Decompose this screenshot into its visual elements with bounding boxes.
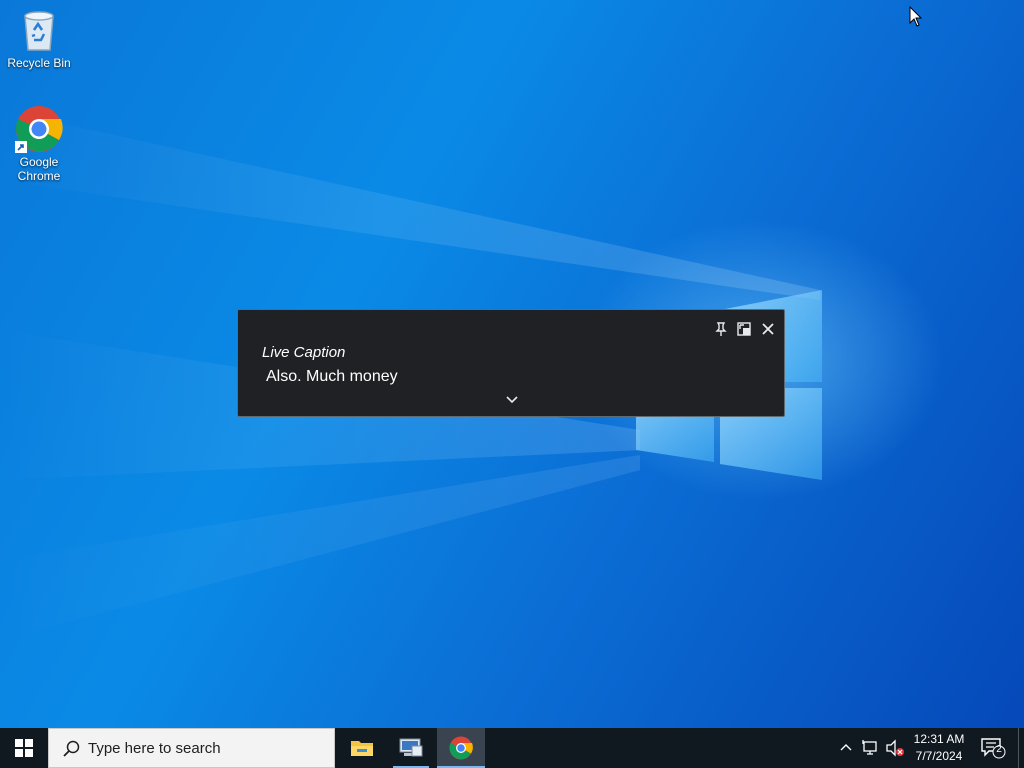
clock-time: 12:31 AM: [913, 732, 965, 746]
taskbar-file-explorer[interactable]: [338, 728, 386, 768]
desktop-icon-recycle-bin[interactable]: Recycle Bin: [1, 6, 77, 70]
network-status-icon[interactable]: [862, 739, 880, 757]
show-hidden-icons-chevron-up-icon[interactable]: [838, 740, 854, 756]
file-explorer-icon: [351, 741, 373, 756]
chevron-down-icon[interactable]: [504, 393, 520, 407]
clock-date: 7/7/2024: [915, 749, 963, 763]
taskbar-network-app[interactable]: [387, 728, 435, 768]
desktop: Recycle Bin Google Chrome Live Caption A…: [0, 0, 1024, 768]
desktop-icon-google-chrome[interactable]: Google Chrome: [1, 105, 77, 183]
start-button[interactable]: [0, 728, 48, 768]
caption-text: Also. Much money: [266, 368, 398, 385]
network-app-icon: [399, 738, 423, 757]
shortcut-arrow-icon: [15, 141, 27, 153]
search-icon: [63, 740, 80, 757]
recycle-bin-label: Recycle Bin: [7, 56, 71, 70]
search-placeholder: Type here to search: [88, 740, 221, 757]
close-icon[interactable]: [759, 320, 777, 338]
mouse-cursor-icon: [909, 6, 923, 27]
expand-icon[interactable]: [735, 320, 753, 338]
volume-muted-icon[interactable]: [885, 739, 905, 757]
taskbar-chrome[interactable]: [437, 728, 485, 768]
pin-icon[interactable]: [712, 320, 730, 338]
show-desktop-button[interactable]: [1018, 728, 1024, 768]
action-center-button[interactable]: 2: [980, 736, 1006, 760]
caption-title: Live Caption: [262, 344, 346, 361]
taskbar-search-box[interactable]: Type here to search: [48, 728, 335, 768]
chrome-label: Google Chrome: [17, 155, 61, 183]
recycle-bin-icon: [15, 6, 63, 54]
taskbar: Type here to search 12:31 AM 7/7/2024 2: [0, 728, 1024, 768]
notification-count: 2: [996, 744, 1002, 755]
chrome-icon: [15, 105, 63, 153]
windows-start-icon: [15, 739, 33, 757]
live-caption-panel[interactable]: Live Caption Also. Much money: [237, 309, 785, 417]
system-clock[interactable]: 12:31 AM 7/7/2024: [906, 731, 972, 765]
chrome-icon: [449, 736, 473, 760]
